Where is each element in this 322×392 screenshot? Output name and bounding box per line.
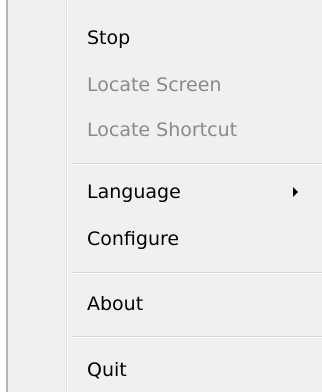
menu-separator <box>72 336 322 338</box>
menu-item-quit[interactable]: Quit <box>87 350 127 390</box>
menu-left-border <box>0 0 8 392</box>
menu-separator <box>72 163 322 165</box>
menu-item-locate-shortcut: Locate Shortcut <box>87 119 238 141</box>
chevron-right-icon <box>293 187 298 197</box>
menu-item-locate-screen: Locate Screen <box>87 74 222 96</box>
context-menu: Stop Locate Screen Locate Shortcut Langu… <box>0 0 322 392</box>
menu-separator <box>72 272 322 274</box>
menu-item-about[interactable]: About <box>87 284 143 324</box>
menu-item-configure[interactable]: Configure <box>87 219 179 259</box>
menu-item-language[interactable]: Language <box>87 172 181 212</box>
icon-gutter-divider-highlight <box>67 0 68 392</box>
menu-item-stop[interactable]: Stop <box>87 18 130 58</box>
